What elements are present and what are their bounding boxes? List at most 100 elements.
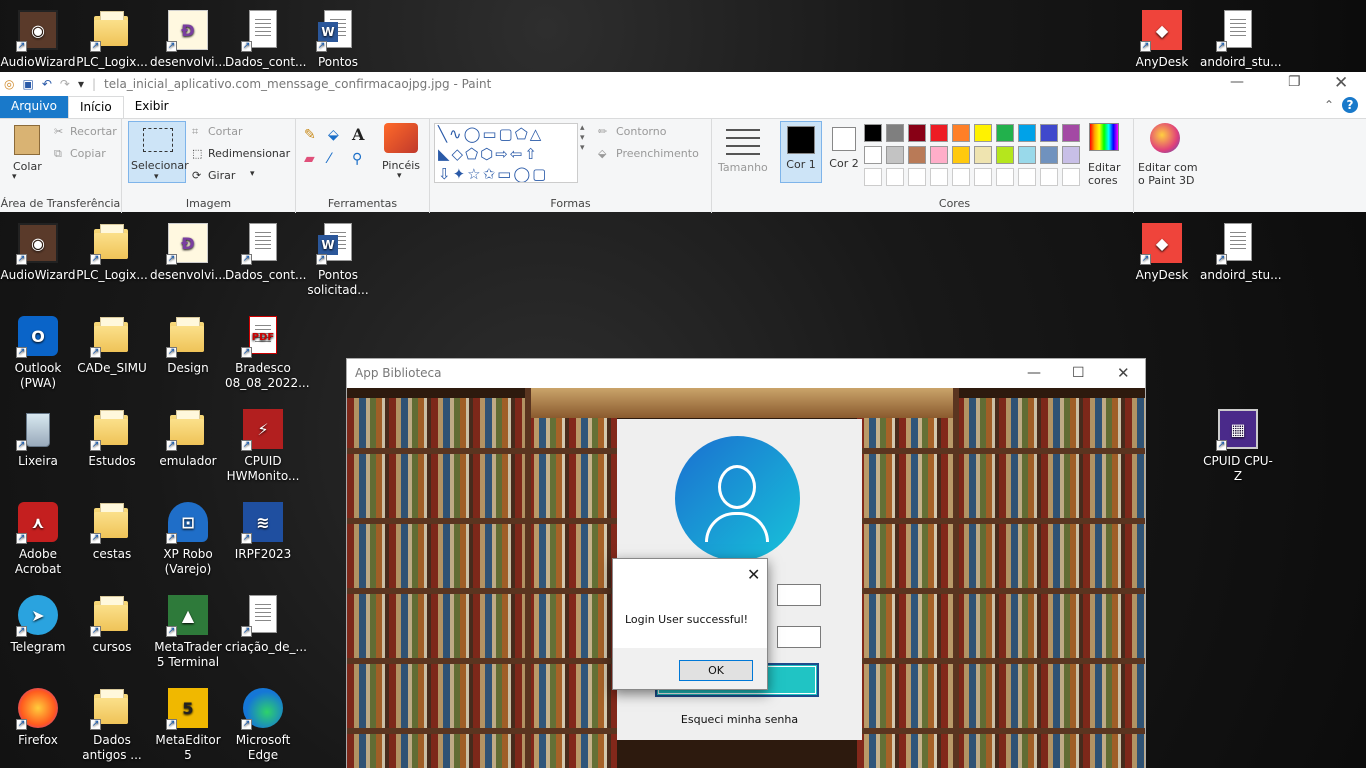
desktop-icon[interactable]: ↗ PLC_Logix... xyxy=(74,221,150,283)
dialog-close-icon[interactable]: ✕ xyxy=(747,565,760,584)
palette-swatch[interactable] xyxy=(1062,168,1080,186)
desktop-icon[interactable]: ⊡ ↗ XP Robo (Varejo) xyxy=(150,500,226,577)
customize-quick-access-icon[interactable]: ▾ xyxy=(78,77,84,91)
color-picker-icon[interactable]: ⁄ xyxy=(328,151,330,167)
desktop-icon[interactable]: ▦ ↗ CPUID CPU-Z xyxy=(1200,407,1276,484)
palette-swatch[interactable] xyxy=(996,124,1014,142)
desktop-icon[interactable]: ↗ Dados antigos ... xyxy=(74,686,150,763)
text-tool-icon[interactable]: A xyxy=(352,125,364,144)
maximize-icon[interactable]: ❐ xyxy=(1288,74,1301,90)
palette-swatch[interactable] xyxy=(952,168,970,186)
crop-button[interactable]: Cortar xyxy=(208,125,243,138)
palette-swatch[interactable] xyxy=(886,124,904,142)
palette-swatch[interactable] xyxy=(974,168,992,186)
desktop-icon[interactable]: Ð ↗ desenvolvi... xyxy=(150,221,226,283)
desktop-icon[interactable]: ↗ Design xyxy=(150,314,226,376)
fill-bucket-icon[interactable]: ⬙ xyxy=(328,127,339,143)
palette-swatch[interactable] xyxy=(1018,168,1036,186)
palette-swatch[interactable] xyxy=(886,168,904,186)
tab-inicio[interactable]: Início xyxy=(67,96,124,118)
palette-swatch[interactable] xyxy=(930,124,948,142)
paste-button[interactable]: Colar xyxy=(13,160,42,173)
select-button[interactable]: Selecionar ▾ xyxy=(128,121,189,183)
pencil-icon[interactable]: ✎ xyxy=(304,127,316,143)
forgot-password-link[interactable]: Esqueci minha senha xyxy=(617,713,862,726)
palette-swatch[interactable] xyxy=(996,146,1014,164)
desktop-icon[interactable]: 5 ↗ MetaEditor 5 xyxy=(150,686,226,763)
palette-swatch[interactable] xyxy=(952,146,970,164)
desktop-icon[interactable]: ◆ ↗ AnyDesk xyxy=(1124,8,1200,70)
redo-icon[interactable]: ↷ xyxy=(60,77,70,91)
palette-swatch[interactable] xyxy=(908,124,926,142)
desktop-icon[interactable]: ◉ ↗ AudioWizard xyxy=(0,221,76,283)
desktop-icon[interactable]: ↗ criação_de_... xyxy=(225,593,307,655)
fill-button[interactable]: Preenchimento xyxy=(616,147,699,160)
palette-swatch[interactable] xyxy=(974,124,992,142)
help-icon[interactable]: ? xyxy=(1342,97,1358,113)
cut-out-button[interactable]: Recortar xyxy=(70,125,117,138)
undo-icon[interactable]: ↶ xyxy=(42,77,52,91)
palette-swatch[interactable] xyxy=(996,168,1014,186)
desktop-icon[interactable]: ◆ ↗ AnyDesk xyxy=(1124,221,1200,283)
username-field[interactable] xyxy=(777,584,821,606)
palette-swatch[interactable] xyxy=(908,168,926,186)
desktop-icon[interactable]: ⋏ ↗ Adobe Acrobat xyxy=(0,500,76,577)
palette-swatch[interactable] xyxy=(1018,146,1036,164)
desktop-icon[interactable]: PDF ↗ Bradesco 08_08_2022... xyxy=(225,314,310,391)
desktop-icon[interactable]: ↗ cursos xyxy=(74,593,150,655)
color2-button[interactable]: Cor 2 xyxy=(828,121,868,183)
desktop-icon[interactable]: ➤ ↗ Telegram xyxy=(0,593,76,655)
palette-swatch[interactable] xyxy=(1040,124,1058,142)
save-icon[interactable]: ▣ xyxy=(22,77,33,91)
shapes-scroll-icon[interactable]: ▴ ▾ ▾ xyxy=(580,123,585,153)
desktop-icon[interactable]: O ↗ Outlook (PWA) xyxy=(0,314,76,391)
desktop-icon[interactable]: ↗ Dados_cont... xyxy=(225,8,307,70)
desktop-icon[interactable]: ↗ Firefox xyxy=(0,686,76,748)
eraser-icon[interactable]: ▰ xyxy=(304,151,315,167)
palette-swatch[interactable] xyxy=(864,124,882,142)
tab-arquivo[interactable]: Arquivo xyxy=(0,96,68,118)
app-close-icon[interactable]: ✕ xyxy=(1117,359,1130,388)
magnifier-icon[interactable]: ⚲ xyxy=(352,151,362,167)
palette-swatch[interactable] xyxy=(930,168,948,186)
palette-swatch[interactable] xyxy=(1018,124,1036,142)
palette-swatch[interactable] xyxy=(1040,168,1058,186)
edit-colors-button[interactable]: Editar cores xyxy=(1088,161,1128,187)
copy-button[interactable]: Copiar xyxy=(70,147,106,160)
minimize-icon[interactable]: — xyxy=(1230,74,1244,90)
palette-swatch[interactable] xyxy=(1062,146,1080,164)
paint-app-icon[interactable]: ◎ xyxy=(4,77,14,91)
desktop-icon[interactable]: ↗ andoird_stu... xyxy=(1200,8,1282,70)
color1-button[interactable]: Cor 1 xyxy=(780,121,822,183)
paint3d-button[interactable]: Editar com o Paint 3D xyxy=(1138,161,1204,187)
palette-swatch[interactable] xyxy=(974,146,992,164)
ok-button[interactable]: OK xyxy=(679,660,753,681)
desktop-icon[interactable]: ↗ CADe_SIMU xyxy=(74,314,150,376)
close-icon[interactable]: ✕ xyxy=(1334,73,1348,93)
desktop-icon[interactable]: W ↗ Pontos xyxy=(300,8,376,70)
palette-swatch[interactable] xyxy=(886,146,904,164)
app-maximize-icon[interactable]: ☐ xyxy=(1072,359,1085,388)
desktop-icon[interactable]: ↗ andoird_stu... xyxy=(1200,221,1282,283)
desktop-icon[interactable]: ▲ ↗ MetaTrader 5 Terminal xyxy=(150,593,226,670)
outline-button[interactable]: Contorno xyxy=(616,125,666,138)
password-field[interactable] xyxy=(777,626,821,648)
desktop-icon[interactable]: ⚡ ↗ CPUID HWMonito... xyxy=(225,407,301,484)
desktop-icon[interactable]: ↗ cestas xyxy=(74,500,150,562)
desktop-icon[interactable]: ↗ emulador xyxy=(150,407,226,469)
desktop-icon[interactable]: ↗ PLC_Logix... xyxy=(74,8,150,70)
palette-swatch[interactable] xyxy=(952,124,970,142)
desktop-icon[interactable]: Ð ↗ desenvolvi... xyxy=(150,8,226,70)
desktop-icon[interactable]: ↗ Lixeira xyxy=(0,407,76,469)
desktop-icon[interactable]: ◉ ↗ AudioWizard xyxy=(0,8,76,70)
desktop-icon[interactable]: ↗ Dados_cont... xyxy=(225,221,307,283)
rotate-button[interactable]: Girar xyxy=(208,169,235,182)
size-button[interactable]: Tamanho xyxy=(718,161,768,174)
palette-swatch[interactable] xyxy=(864,168,882,186)
palette-swatch[interactable] xyxy=(1062,124,1080,142)
desktop-icon[interactable]: ≋ ↗ IRPF2023 xyxy=(225,500,301,562)
desktop-icon[interactable]: ↗ Estudos xyxy=(74,407,150,469)
palette-swatch[interactable] xyxy=(908,146,926,164)
palette-swatch[interactable] xyxy=(1040,146,1058,164)
resize-button[interactable]: Redimensionar xyxy=(208,147,290,160)
